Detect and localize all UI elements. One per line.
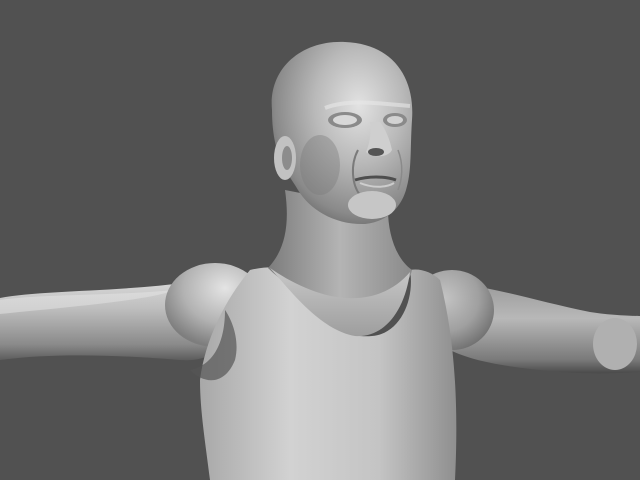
3d-viewport[interactable] <box>0 0 640 480</box>
sculpt-model-render[interactable] <box>0 0 640 480</box>
right-elbow <box>593 318 637 370</box>
chin <box>348 191 396 219</box>
